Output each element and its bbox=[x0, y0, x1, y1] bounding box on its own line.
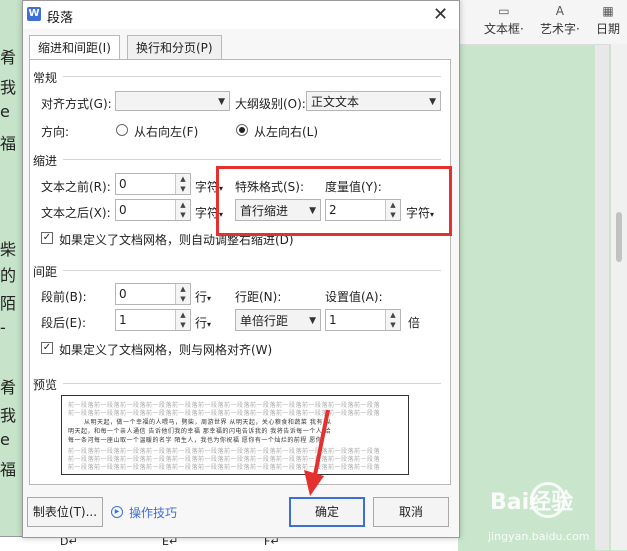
spacing-before-unit[interactable]: 行▾ bbox=[195, 288, 211, 305]
set-value-label: 设置值(A): bbox=[325, 290, 383, 304]
outline-level-select[interactable]: 正文文本 ▼ bbox=[306, 91, 441, 111]
scrollbar-thumb[interactable] bbox=[616, 212, 622, 262]
section-spacing-heading: 间距 bbox=[33, 265, 58, 279]
line-spacing-select[interactable]: 单倍行距 ▼ bbox=[235, 309, 321, 331]
close-icon[interactable]: ✕ bbox=[433, 4, 448, 25]
spin-arrows-icon[interactable]: ▲ ▼ bbox=[175, 310, 190, 330]
ribbon-date-label: 日期 bbox=[596, 22, 621, 36]
radio-right-to-left[interactable] bbox=[116, 124, 128, 136]
dialog-titlebar[interactable]: W 段落 ✕ bbox=[23, 1, 459, 29]
preview-sample-line: 从明天起，做一个幸福的人喂马，劈柴，周游世界 从明天起，关心粮食和蔬菜 我有 从 bbox=[84, 419, 332, 426]
outline-level-value: 正文文本 bbox=[311, 95, 360, 109]
ribbon-date-button[interactable]: ▦ 日期 bbox=[596, 4, 620, 37]
tabs-button[interactable]: 制表位(T)... bbox=[27, 497, 103, 527]
document-char: 陌 bbox=[0, 294, 17, 313]
document-bottom-table: D↵ E↵ F↵ bbox=[0, 535, 458, 551]
spacing-grid-label: 如果定义了文档网格，则与网格对齐(W) bbox=[59, 343, 273, 357]
indent-before-value: 0 bbox=[119, 177, 127, 191]
indent-grid-checkbox[interactable]: ✓ bbox=[41, 232, 53, 244]
spacing-before-unit-text: 行 bbox=[195, 290, 208, 304]
alignment-label: 对齐方式(G): bbox=[41, 97, 112, 111]
spacing-after-input[interactable]: 1 ▲ ▼ bbox=[115, 309, 191, 331]
paragraph-dialog: W 段落 ✕ 缩进和间距(I) 换行和分页(P) 常规 对齐方式(G): ▼ 大… bbox=[22, 0, 460, 538]
document-char: - bbox=[0, 318, 6, 337]
line-spacing-value: 单倍行距 bbox=[240, 314, 289, 328]
preview-sample-line: 明天起，和每一个亲人通信 告诉他们我的幸福 那幸福的闪电告诉我的 我将告诉每一个… bbox=[68, 428, 332, 435]
document-char: 的 bbox=[0, 266, 17, 285]
ribbon-textbox-label: 文本框· bbox=[484, 22, 524, 36]
cancel-button[interactable]: 取消 bbox=[373, 497, 449, 527]
document-char: 我 bbox=[0, 78, 17, 97]
set-value-input[interactable]: 1 ▲ ▼ bbox=[325, 309, 401, 331]
spin-arrows-icon[interactable]: ▲ ▼ bbox=[175, 284, 190, 304]
spin-arrows-icon[interactable]: ▲ ▼ bbox=[385, 310, 400, 330]
ribbon-textbox-button[interactable]: ▭ 文本框· bbox=[484, 4, 524, 37]
rtl-label: 从右向左(F) bbox=[134, 125, 199, 139]
ok-button[interactable]: 确定 bbox=[289, 497, 365, 527]
section-preview-heading: 预览 bbox=[33, 378, 58, 392]
document-page-edge bbox=[595, 44, 609, 550]
textbox-icon: ▭ bbox=[498, 4, 510, 18]
wps-app-icon: W bbox=[27, 7, 41, 21]
document-char: 肴 bbox=[0, 48, 17, 67]
document-char: 柴 bbox=[0, 240, 17, 259]
chevron-down-icon: ▼ bbox=[218, 97, 225, 107]
ribbon-wordart-button[interactable]: A 艺术字· bbox=[540, 4, 580, 37]
spacing-grid-checkbox[interactable]: ✓ bbox=[41, 342, 53, 354]
indent-after-input[interactable]: 0 ▲ ▼ bbox=[115, 199, 191, 221]
document-char: 福 bbox=[0, 134, 17, 153]
indent-after-label: 文本之后(X): bbox=[41, 206, 111, 220]
section-indent-heading: 缩进 bbox=[33, 154, 58, 168]
line-spacing-label: 行距(N): bbox=[235, 290, 282, 304]
spacing-before-label: 段前(B): bbox=[41, 290, 87, 304]
outline-level-label: 大纲级别(O): bbox=[235, 97, 306, 111]
spacing-after-unit[interactable]: 行▾ bbox=[195, 314, 211, 331]
section-divider bbox=[63, 270, 441, 271]
dialog-title: 段落 bbox=[47, 11, 74, 26]
document-char: e bbox=[0, 430, 10, 449]
ltr-label: 从左向右(L) bbox=[254, 125, 319, 139]
red-arrow-icon bbox=[304, 409, 330, 496]
radio-left-to-right[interactable] bbox=[236, 124, 248, 136]
indent-before-input[interactable]: 0 ▲ ▼ bbox=[115, 173, 191, 195]
tips-link[interactable]: 操作技巧 bbox=[129, 504, 177, 521]
indent-before-label: 文本之前(R): bbox=[41, 180, 111, 194]
indent-after-value: 0 bbox=[119, 203, 127, 217]
document-char: 肴 bbox=[0, 378, 17, 397]
spacing-before-value: 0 bbox=[119, 287, 127, 301]
red-highlight-box bbox=[216, 166, 452, 236]
set-value-unit: 倍 bbox=[408, 316, 421, 330]
spacing-after-unit-text: 行 bbox=[195, 316, 208, 330]
ribbon-toolbar: 形· ▭ 文本框· A 艺术字· ▦ 日期 bbox=[444, 0, 627, 45]
wordart-icon: A bbox=[555, 4, 565, 18]
spin-arrows-icon[interactable]: ▲ ▼ bbox=[175, 174, 190, 194]
tab-indent-spacing[interactable]: 缩进和间距(I) bbox=[29, 35, 120, 62]
play-circle-icon[interactable]: ▶ bbox=[111, 506, 123, 518]
spin-arrows-icon[interactable]: ▲ ▼ bbox=[175, 200, 190, 220]
section-general-heading: 常规 bbox=[33, 71, 58, 85]
preview-sample-line: 每一条河每一座山取一个温暖的名字 陌生人，我也为你祝福 愿你有一个灿烂的前程 愿… bbox=[68, 437, 323, 444]
section-divider bbox=[63, 159, 441, 160]
chevron-down-icon: ▼ bbox=[429, 97, 436, 107]
watermark-url: jingyan.baidu.com bbox=[488, 530, 590, 543]
spacing-before-input[interactable]: 0 ▲ ▼ bbox=[115, 283, 191, 305]
watermark-text: Bai经验 bbox=[490, 490, 574, 515]
document-char: e bbox=[0, 102, 10, 121]
date-icon: ▦ bbox=[602, 4, 614, 18]
document-char: 福 bbox=[0, 460, 17, 479]
set-value-value: 1 bbox=[329, 313, 337, 327]
alignment-select[interactable]: ▼ bbox=[115, 91, 230, 111]
section-divider bbox=[63, 76, 441, 77]
document-char: 我 bbox=[0, 406, 17, 425]
vertical-scrollbar[interactable] bbox=[611, 44, 627, 550]
preview-box: 前一段落前一段落前一段落前一段落前一段落前一段落前一段落前一段落前一段落前一段落… bbox=[61, 395, 409, 475]
tab-line-page-breaks[interactable]: 换行和分页(P) bbox=[127, 35, 222, 61]
ribbon-wordart-label: 艺术字· bbox=[540, 22, 580, 36]
spacing-after-label: 段后(E): bbox=[41, 316, 86, 330]
section-divider bbox=[63, 383, 441, 384]
chevron-down-icon: ▼ bbox=[309, 316, 316, 326]
spacing-after-value: 1 bbox=[119, 313, 127, 327]
direction-label: 方向: bbox=[41, 125, 70, 139]
